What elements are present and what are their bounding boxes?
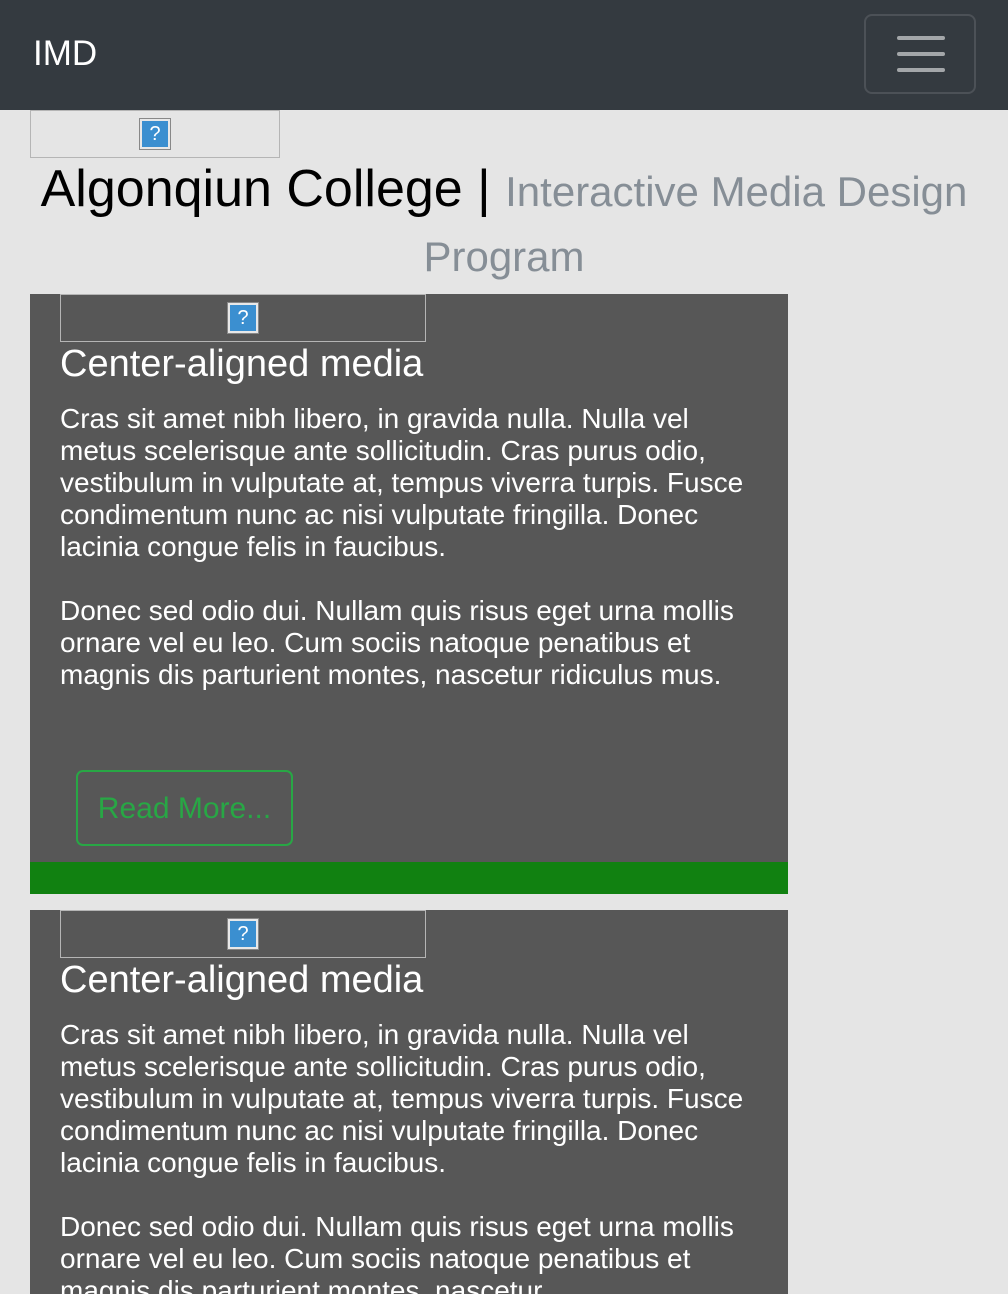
card-title: Center-aligned media bbox=[60, 343, 424, 385]
card-footer-bar bbox=[30, 862, 788, 894]
media-card: ? Center-aligned media Cras sit amet nib… bbox=[30, 910, 788, 1294]
card-title: Center-aligned media bbox=[60, 959, 424, 1001]
college-logo-image: ? bbox=[30, 110, 280, 158]
card-image: ? bbox=[60, 910, 426, 958]
navbar-brand[interactable]: IMD bbox=[33, 32, 97, 76]
hamburger-menu-icon-line bbox=[897, 52, 945, 56]
hamburger-menu-icon bbox=[897, 36, 945, 40]
broken-image-icon: ? bbox=[227, 918, 259, 950]
card-paragraph: Cras sit amet nibh libero, in gravida nu… bbox=[60, 1019, 744, 1178]
title-separator: | bbox=[477, 160, 491, 218]
navbar-toggler-button[interactable] bbox=[864, 14, 976, 94]
read-more-button[interactable]: Read More... bbox=[76, 770, 293, 846]
page-title: Algonqiun College bbox=[40, 160, 463, 218]
hamburger-menu-icon-line bbox=[897, 68, 945, 72]
broken-image-icon: ? bbox=[139, 118, 171, 150]
media-card: ? Center-aligned media Cras sit amet nib… bbox=[30, 294, 788, 894]
card-image: ? bbox=[60, 294, 426, 342]
page-header: Algonqiun College | Interactive Media De… bbox=[0, 158, 1008, 288]
card-paragraph: Cras sit amet nibh libero, in gravida nu… bbox=[60, 403, 744, 562]
page-subtitle: Interactive Media Design Program bbox=[423, 168, 968, 280]
navbar: IMD bbox=[0, 0, 1008, 110]
card-paragraph: Donec sed odio dui. Nullam quis risus eg… bbox=[60, 1211, 734, 1294]
card-paragraph: Donec sed odio dui. Nullam quis risus eg… bbox=[60, 595, 734, 690]
broken-image-icon: ? bbox=[227, 302, 259, 334]
